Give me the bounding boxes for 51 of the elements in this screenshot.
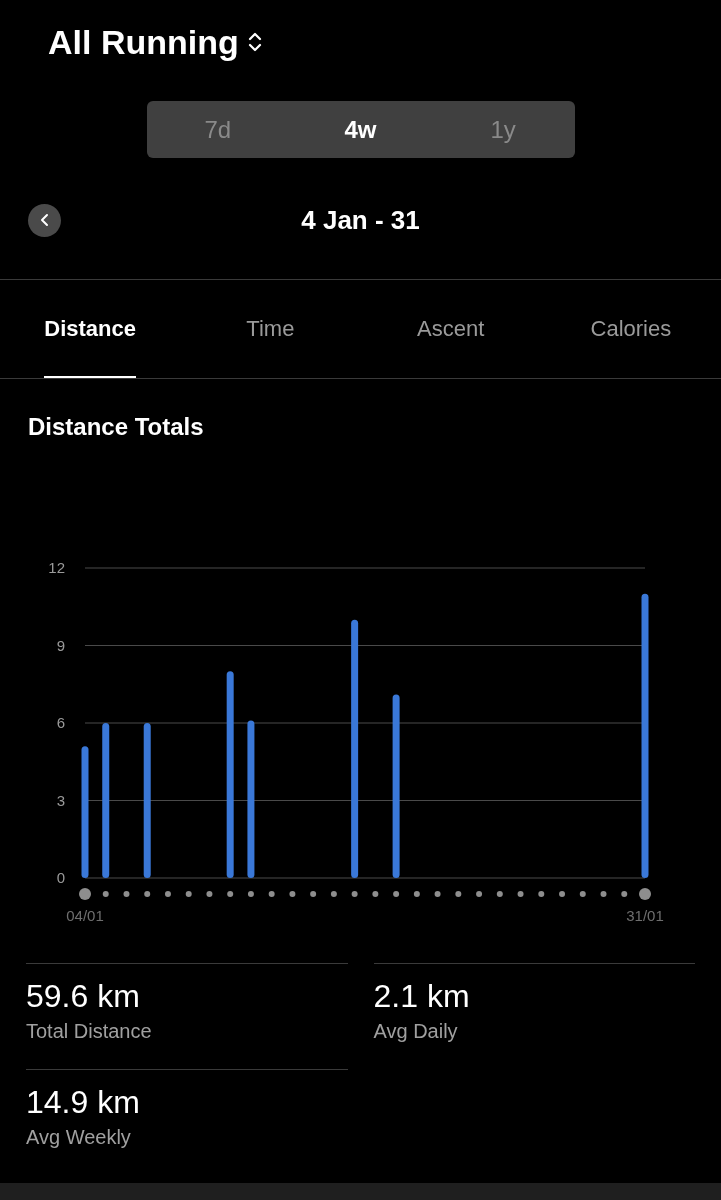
day-dot xyxy=(413,891,420,897)
date-range: 4 Jan - 31 xyxy=(301,203,420,237)
day-dot xyxy=(579,891,586,897)
stat-label: Avg Weekly xyxy=(26,1125,132,1150)
stat-label: Total Distance xyxy=(26,1019,153,1044)
day-dot xyxy=(102,891,109,897)
day-dot xyxy=(247,891,254,897)
stat-label: Avg Daily xyxy=(373,1019,459,1044)
day-dot xyxy=(455,891,462,897)
day-dot xyxy=(268,891,275,897)
chevron-left-icon xyxy=(39,213,50,227)
day-dot xyxy=(621,891,628,897)
stat-value: 59.6 km xyxy=(26,977,141,1016)
x-tick-label: 31/01 xyxy=(626,907,664,924)
metric-tab[interactable]: Time xyxy=(246,280,295,378)
activity-title: All Running xyxy=(48,21,239,63)
day-dot xyxy=(123,891,130,897)
day-dot xyxy=(517,891,524,897)
day-dot xyxy=(79,888,91,900)
day-dot xyxy=(351,891,358,897)
day-dot xyxy=(538,891,545,897)
section-title: Distance Totals xyxy=(27,412,205,442)
metric-tab[interactable]: Calories xyxy=(590,280,672,378)
day-dot xyxy=(310,891,317,897)
day-dot xyxy=(639,888,651,900)
y-tick-label: 12 xyxy=(48,559,65,576)
day-dot xyxy=(434,891,441,897)
stat-value: 14.9 km xyxy=(26,1083,141,1122)
chevron-up-down-icon[interactable] xyxy=(246,30,263,54)
day-dot xyxy=(227,891,234,897)
y-tick-label: 9 xyxy=(56,636,65,654)
day-dot xyxy=(496,891,503,897)
day-dot xyxy=(372,891,379,897)
day-dot xyxy=(206,891,213,897)
day-dot xyxy=(476,891,483,897)
day-dot xyxy=(185,891,192,897)
day-dot xyxy=(600,891,607,897)
y-tick-label: 0 xyxy=(56,869,65,886)
y-tick-label: 3 xyxy=(56,791,65,809)
y-tick-label: 6 xyxy=(56,714,65,731)
stat-value: 2.1 km xyxy=(373,977,471,1016)
day-dot xyxy=(289,891,296,897)
day-dot xyxy=(164,891,171,897)
x-tick-label: 04/01 xyxy=(66,907,104,924)
range-option[interactable]: 4w xyxy=(289,111,432,148)
day-dot xyxy=(144,891,151,897)
metric-tab[interactable]: Ascent xyxy=(417,280,485,378)
back-button[interactable] xyxy=(28,203,61,237)
day-dot xyxy=(330,891,337,897)
day-dot xyxy=(393,891,400,897)
day-dot xyxy=(559,891,566,897)
